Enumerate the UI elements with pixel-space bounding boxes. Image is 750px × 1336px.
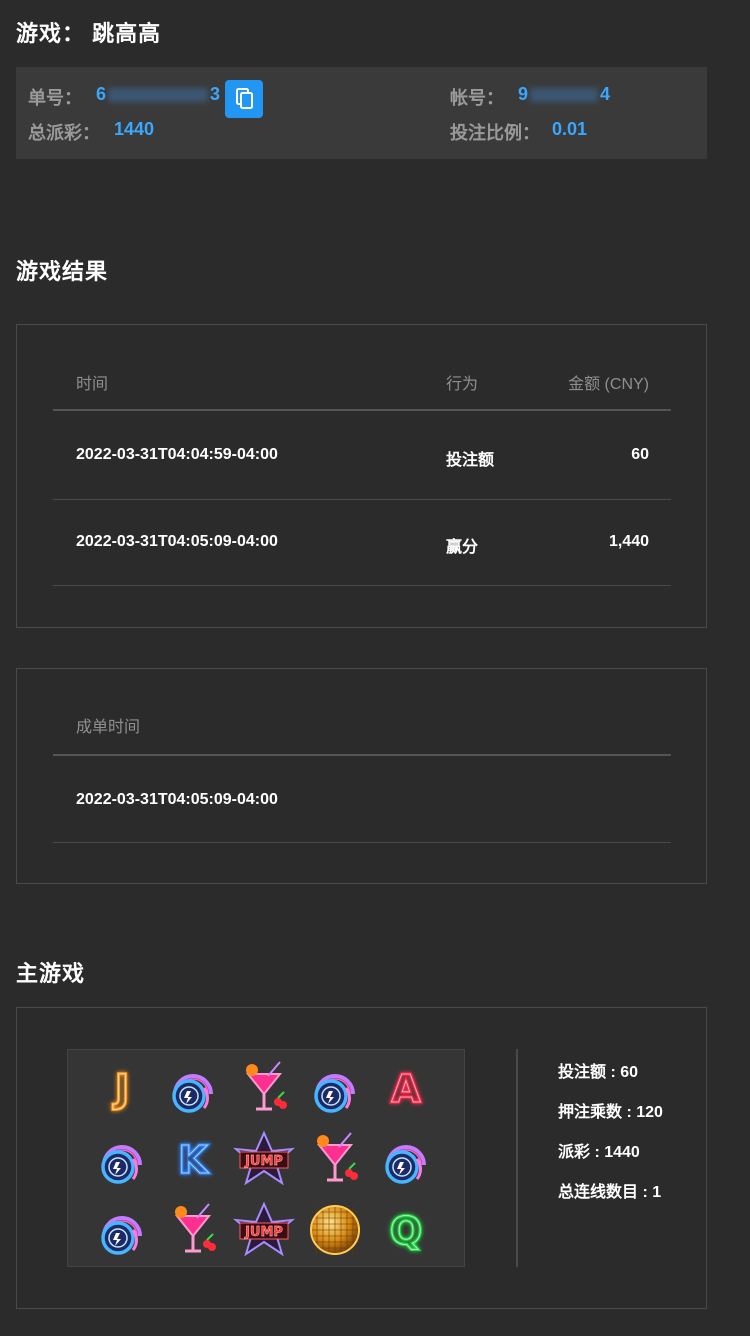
symbol-headphones	[314, 1074, 355, 1113]
order-info-panel	[16, 67, 707, 159]
row-amount: 1,440	[608, 533, 649, 550]
svg-text:JUMP: JUMP	[244, 1225, 283, 1240]
column-settlement-time: 成单时间	[76, 719, 141, 736]
row-action: 投注额	[446, 452, 495, 469]
symbol-headphones	[101, 1216, 142, 1255]
results-title: 游戏结果	[16, 259, 109, 284]
column-action: 行为	[446, 376, 479, 393]
settlement-table: 成单时间 2022-03-31T04:05:09-04:00	[16, 668, 707, 884]
svg-text:A: A	[391, 1067, 421, 1111]
symbol-a: AA	[390, 1066, 423, 1113]
results-table: 时间 行为 金额 (CNY) 2022-03-31T04:04:59-04:00…	[16, 324, 707, 628]
bet-ratio-value: 0.01	[552, 119, 588, 139]
symbol-jump: JUMP	[232, 1201, 296, 1257]
column-time: 时间	[76, 376, 109, 393]
order-number-mask	[108, 88, 209, 103]
row-divider	[53, 585, 671, 586]
account-label: 帐号：	[450, 88, 504, 108]
panel-divider	[516, 1049, 518, 1267]
header-divider	[53, 409, 671, 411]
main-game-title: 主游戏	[16, 961, 86, 986]
stat-lines: 总连线数目 : 1	[558, 1184, 662, 1201]
stat-payout: 派彩 : 1440	[558, 1144, 640, 1161]
bet-ratio-label: 投注比例：	[450, 123, 540, 143]
row-divider	[53, 499, 671, 500]
row-time: 2022-03-31T04:05:09-04:00	[76, 533, 278, 550]
symbol-j: JJ	[110, 1066, 130, 1113]
symbol-cocktail	[174, 1203, 216, 1253]
row-amount: 60	[631, 446, 649, 463]
row-action: 赢分	[446, 539, 479, 556]
symbol-headphones	[172, 1074, 213, 1113]
stat-multiplier: 押注乘数 : 120	[558, 1104, 663, 1121]
row-divider	[53, 842, 671, 843]
svg-text:J: J	[112, 1067, 129, 1111]
header-divider	[53, 754, 671, 756]
copy-button[interactable]	[225, 80, 263, 118]
total-payout-value: 1440	[114, 119, 155, 139]
symbol-jump: JUMP	[232, 1130, 296, 1186]
total-payout-label: 总派彩：	[28, 123, 100, 143]
svg-text:JUMP: JUMP	[244, 1154, 283, 1169]
symbol-k: KK	[177, 1137, 211, 1184]
order-number-label: 单号：	[28, 88, 82, 108]
main-game-panel: J J A A K K JUMP JUMP Q Q 投注额 : 60 押注乘数 : 120 派彩 …	[16, 1007, 707, 1309]
svg-text:K: K	[178, 1138, 209, 1182]
symbol-q: QQ	[388, 1208, 423, 1255]
slot-reels: J J A A K K JUMP JUMP Q Q	[67, 1049, 465, 1267]
account-mask	[530, 88, 599, 103]
symbol-headphones	[101, 1145, 142, 1184]
reel-grid: JJ AA KK JUMP JUMP QQ	[101, 1061, 426, 1257]
account-value: 94	[518, 84, 611, 104]
symbol-cocktail	[316, 1132, 358, 1182]
stat-bet: 投注额 : 60	[558, 1064, 639, 1081]
svg-text:Q: Q	[390, 1209, 422, 1253]
symbol-disco-ball	[310, 1205, 360, 1255]
symbol-cocktail	[245, 1061, 287, 1111]
symbol-headphones	[385, 1145, 426, 1184]
copy-icon	[236, 88, 253, 109]
order-number-value: 63	[96, 84, 221, 104]
column-amount: 金额 (CNY)	[568, 376, 649, 393]
settlement-time-value: 2022-03-31T04:05:09-04:00	[76, 791, 278, 808]
page-title: 游戏： 跳高高	[16, 21, 162, 46]
row-time: 2022-03-31T04:04:59-04:00	[76, 446, 278, 463]
